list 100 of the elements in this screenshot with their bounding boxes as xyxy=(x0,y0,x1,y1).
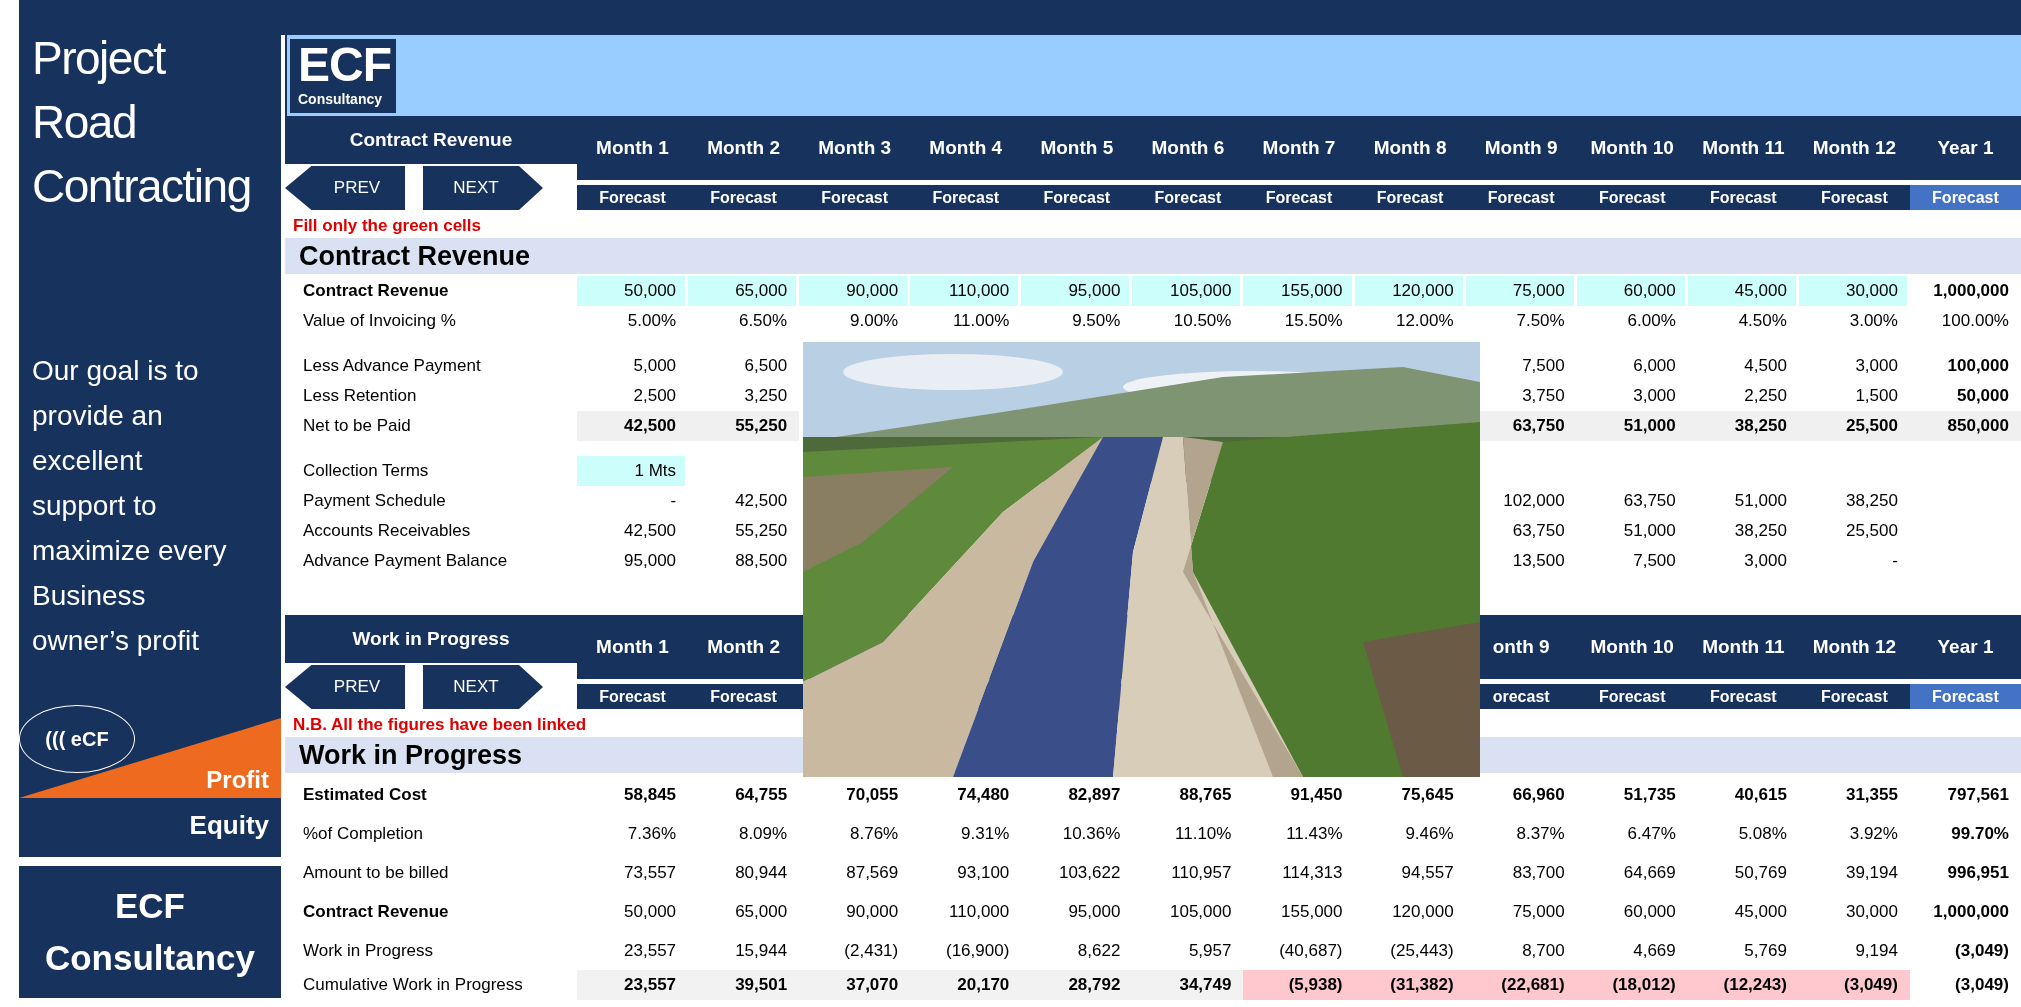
input-cell[interactable]: 90,000 xyxy=(799,276,908,306)
table-cell-text: 64,755 xyxy=(734,783,789,806)
table-cell-text: 8.37% xyxy=(1515,822,1566,845)
table-cell-text: 102,000 xyxy=(1502,490,1566,512)
table-cell-text: 3,000 xyxy=(1854,355,1899,377)
table-cell-text: 3,000 xyxy=(1743,550,1788,572)
prev-button[interactable]: PREV xyxy=(285,166,405,210)
row-label: Payment Schedule xyxy=(303,491,446,511)
column-header: Month 5 xyxy=(1040,137,1114,159)
column-subheader: Forecast xyxy=(599,188,666,207)
table-cell-text: 50,000 xyxy=(1956,385,2010,407)
input-cell[interactable]: 45,000 xyxy=(1687,276,1796,306)
input-cell[interactable]: 1 Mts xyxy=(577,456,686,486)
prev-button[interactable]: PREV xyxy=(285,665,405,709)
input-cell[interactable]: 105,000 xyxy=(1132,276,1241,306)
goal-text: Our goal is to provide an excellent support to maximize every Business owner’s profit xyxy=(32,354,228,658)
table-cell-text: 6.00% xyxy=(1626,310,1677,332)
table-cell-text: 87,569 xyxy=(845,861,900,884)
table-cell-text: 5,769 xyxy=(1743,939,1788,962)
brand-name: ECF Consultancy xyxy=(43,885,256,979)
table-cell-text: 23,557 xyxy=(623,939,678,962)
table-cell-text: 10.50% xyxy=(1172,310,1233,332)
input-cell[interactable]: 75,000 xyxy=(1465,276,1574,306)
column-header: Month 7 xyxy=(1262,137,1336,159)
row-label: Net to be Paid xyxy=(303,416,411,436)
input-cell[interactable]: 120,000 xyxy=(1354,276,1463,306)
table-cell-text: 10.36% xyxy=(1061,822,1122,845)
table-cell: 25,500 xyxy=(1798,411,1910,441)
input-cell[interactable]: 110,000 xyxy=(910,276,1019,306)
project-title: Project Road Contracting xyxy=(32,31,252,214)
table-cell-text: 3.92% xyxy=(1848,822,1899,845)
section-title: Contract Revenue xyxy=(285,116,577,164)
column-subheader: Forecast xyxy=(932,188,1000,207)
input-cell[interactable]: 155,000 xyxy=(1243,276,1352,306)
table-cell-text: 95,000 xyxy=(623,550,678,572)
row-label: Amount to be billed xyxy=(303,862,449,883)
table-cell-text: 99.70% xyxy=(1950,822,2010,845)
column-header: Month 8 xyxy=(1373,137,1447,159)
input-cell[interactable]: 50,000 xyxy=(577,276,686,306)
column-subheader: Forecast xyxy=(1265,188,1333,207)
table-cell-text: 42,500 xyxy=(734,490,789,512)
table-cell-text: 75,645 xyxy=(1400,783,1455,806)
table-cell-text: 65,000 xyxy=(734,900,789,923)
table-cell-text: 3,000 xyxy=(1632,385,1677,407)
table-cell: (18,012) xyxy=(1576,970,1688,1000)
input-cell[interactable]: 30,000 xyxy=(1798,276,1907,306)
table-cell-text: 11.10% xyxy=(1174,822,1233,845)
table-cell-text: 4.50% xyxy=(1737,310,1788,332)
table-cell-text: 63,750 xyxy=(1622,490,1677,512)
ecf-logo: ECF Consultancy xyxy=(290,38,396,113)
table-cell-text: 15.50% xyxy=(1283,310,1344,332)
table-cell-text: 7,500 xyxy=(1521,355,1566,377)
equity-label: Equity xyxy=(189,810,269,841)
input-cell[interactable]: 60,000 xyxy=(1576,276,1685,306)
table-cell-text: 103,622 xyxy=(1057,861,1122,884)
table-cell-text: 91,450 xyxy=(1289,783,1344,806)
table-cell: 39,501 xyxy=(688,970,800,1000)
table-cell-text: 7,500 xyxy=(1632,550,1677,572)
table-cell-text: 45,000 xyxy=(1733,900,1788,923)
column-subheader: Forecast xyxy=(1709,687,1777,706)
input-cell[interactable]: 65,000 xyxy=(688,276,797,306)
column-header: Month 11 xyxy=(1702,636,1785,658)
table-cell-text: 6.47% xyxy=(1626,822,1677,845)
row-label: Contract Revenue xyxy=(303,901,449,922)
table-cell-text: 12.00% xyxy=(1394,310,1455,332)
table-cell-text: 3,250 xyxy=(743,385,789,407)
table-cell: (31,382) xyxy=(1354,970,1466,1000)
column-subheader: Forecast xyxy=(821,188,889,207)
next-button[interactable]: NEXT xyxy=(423,166,543,210)
table-cell-text: 6.50% xyxy=(737,310,789,332)
table-cell-text: 110,957 xyxy=(1170,861,1233,884)
column-header: Month 12 xyxy=(1812,636,1897,658)
table-cell-text: 55,250 xyxy=(734,520,789,542)
row-label: Value of Invoicing % xyxy=(303,311,456,331)
column-header: Month 3 xyxy=(818,137,892,159)
table-cell-text: (25,443) xyxy=(1389,939,1455,962)
table-cell: 850,000 xyxy=(1909,411,2021,441)
table-cell-text: 51,735 xyxy=(1622,783,1677,806)
table-cell-text: 120,000 xyxy=(1391,900,1455,923)
row-label: Collection Terms xyxy=(303,461,429,481)
next-button[interactable]: NEXT xyxy=(423,665,543,709)
input-cell[interactable]: 95,000 xyxy=(1021,276,1130,306)
input-cell[interactable]: 1,000,000 xyxy=(1909,276,2021,306)
table-cell-text: 82,897 xyxy=(1067,783,1122,806)
table-cell-text: 42,500 xyxy=(623,520,678,542)
row-label: Less Retention xyxy=(303,386,417,406)
table-cell-text: 9.31% xyxy=(960,822,1011,845)
column-subheader: Forecast xyxy=(1709,188,1777,207)
column-header: Month 2 xyxy=(707,137,780,159)
instruction-note: N.B. All the figures have been linked xyxy=(292,714,588,736)
column-subheader: Forecast xyxy=(1932,687,1999,706)
column-subheader: Forecast xyxy=(1598,188,1666,207)
profit-label: Profit xyxy=(206,766,269,794)
table-cell-text: 4,500 xyxy=(1743,355,1788,377)
table-cell-text: 38,250 xyxy=(1844,490,1899,512)
column-subheader: orecast xyxy=(1492,687,1550,706)
table-cell: 20,170 xyxy=(910,970,1022,1000)
table-cell-text: 38,250 xyxy=(1733,520,1788,542)
table-cell-text: 6,500 xyxy=(743,355,789,377)
column-subheader: Forecast xyxy=(1154,188,1222,207)
